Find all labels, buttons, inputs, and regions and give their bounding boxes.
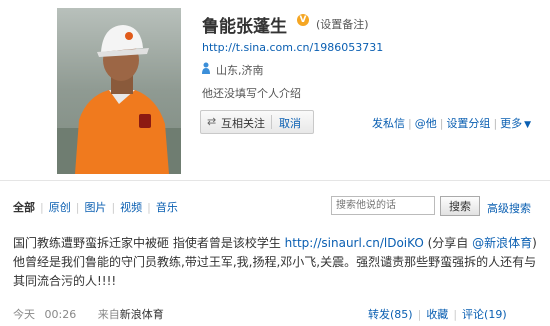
- post-source-link[interactable]: 新浪体育: [120, 308, 164, 321]
- tab-video[interactable]: 视频: [120, 201, 142, 214]
- post-meta: 今天 00:26 来自新浪体育: [13, 306, 164, 322]
- post-short-link[interactable]: http://sinaurl.cn/lDoiKO: [285, 236, 424, 250]
- section-divider: [0, 180, 550, 181]
- tab-music[interactable]: 音乐: [156, 201, 178, 214]
- mention-link[interactable]: @他: [415, 117, 437, 130]
- tab-all[interactable]: 全部: [13, 201, 35, 214]
- post-time[interactable]: 00:26: [45, 308, 77, 321]
- share-source-link[interactable]: @新浪体育: [472, 236, 532, 250]
- profile-avatar[interactable]: [57, 8, 181, 174]
- advanced-search-link[interactable]: 高级搜索: [487, 200, 531, 216]
- share-prefix: (分享自: [423, 236, 473, 250]
- profile-url-link[interactable]: http://t.sina.com.cn/1986053731: [202, 41, 383, 54]
- post-action-divider: |: [417, 308, 422, 321]
- follow-divider: [271, 115, 272, 129]
- tab-divider: |: [147, 201, 151, 214]
- unfollow-button[interactable]: 取消: [279, 115, 301, 131]
- source-prefix: 来自: [97, 308, 120, 321]
- set-remark-link[interactable]: (设置备注): [316, 16, 369, 32]
- comment-button[interactable]: 评论(19): [462, 308, 507, 321]
- more-menu-link[interactable]: 更多: [500, 117, 522, 130]
- location-icon: [202, 62, 210, 74]
- post-action-divider: |: [453, 308, 458, 321]
- mutual-follow-icon: ⇄: [207, 115, 217, 128]
- repost-button[interactable]: 转发(85): [368, 308, 413, 321]
- mutual-follow-label: 互相关注: [221, 117, 265, 130]
- profile-location: 山东,济南: [216, 64, 264, 77]
- action-divider: |: [439, 117, 444, 130]
- tab-divider: |: [111, 201, 116, 214]
- action-divider: |: [493, 117, 498, 130]
- avatar-image: [57, 8, 181, 174]
- action-divider: |: [408, 117, 412, 130]
- post-text: 国门教练遭野蛮拆迁家中被砸 指使者曾是该校学生: [13, 236, 285, 250]
- tab-divider: |: [40, 201, 44, 214]
- tab-divider: |: [75, 201, 80, 214]
- post-actions: 转发(85) | 收藏 | 评论(19): [368, 306, 507, 322]
- feed-filter-tabs: 全部 | 原创 | 图片 | 视频 | 音乐: [13, 199, 178, 215]
- favorite-button[interactable]: 收藏: [426, 308, 448, 321]
- set-group-link[interactable]: 设置分组: [446, 117, 490, 130]
- profile-name: 鲁能张蓬生: [202, 17, 287, 37]
- profile-actions: 发私信 | @他 | 设置分组 | 更多 ▼: [372, 115, 531, 131]
- follow-status-box: ⇄ 互相关注 取消: [200, 110, 314, 134]
- search-input[interactable]: [331, 196, 435, 215]
- post-day[interactable]: 今天: [13, 308, 35, 321]
- profile-bio: 他还没填写个人介绍: [202, 87, 301, 100]
- verified-badge-icon: V: [297, 14, 309, 26]
- send-message-link[interactable]: 发私信: [372, 117, 405, 130]
- tab-original[interactable]: 原创: [49, 201, 71, 214]
- tab-pictures[interactable]: 图片: [84, 201, 106, 214]
- search-button[interactable]: 搜索: [440, 196, 480, 216]
- chevron-down-icon[interactable]: ▼: [524, 120, 531, 130]
- post-body: 国门教练遭野蛮拆迁家中被砸 指使者曾是该校学生 http://sinaurl.c…: [13, 234, 543, 291]
